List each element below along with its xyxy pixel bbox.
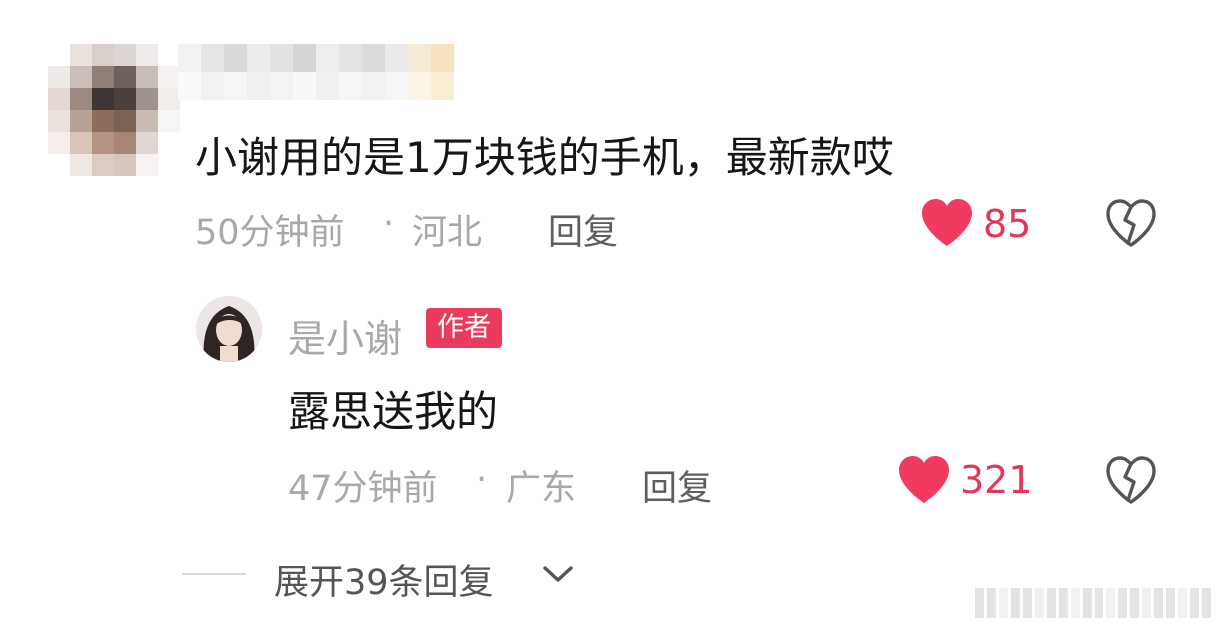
chevron-down-icon[interactable] — [540, 562, 576, 586]
heart-icon[interactable] — [897, 455, 951, 505]
commenter-name-pixelated — [178, 44, 454, 100]
reply-meta-separator: · — [476, 460, 488, 500]
author-name[interactable]: 是小谢 — [288, 308, 402, 363]
author-badge: 作者 — [426, 308, 502, 348]
expand-replies-button[interactable]: 展开39条回复 — [274, 554, 494, 605]
watermark — [975, 588, 1212, 618]
reply-text: 露思送我的 — [288, 387, 499, 436]
comment-meta-separator: · — [383, 204, 395, 244]
comment-time: 50分钟前 — [195, 213, 345, 253]
reply-location: 广东 — [506, 469, 577, 509]
author-avatar[interactable] — [196, 296, 262, 362]
expand-divider-line — [182, 573, 246, 575]
comment-location: 河北 — [412, 213, 483, 253]
reply-time: 47分钟前 — [288, 469, 438, 509]
broken-heart-icon[interactable] — [1104, 198, 1158, 248]
reply-reply-button[interactable]: 回复 — [642, 460, 712, 511]
comment-like-count: 85 — [983, 202, 1032, 246]
commenter-avatar-pixelated[interactable] — [48, 44, 180, 178]
reply-like-count: 321 — [960, 458, 1033, 502]
comment-reply-button[interactable]: 回复 — [548, 204, 618, 255]
broken-heart-icon[interactable] — [1104, 455, 1158, 505]
comment-text: 小谢用的是1万块钱的手机，最新款哎 — [195, 133, 894, 182]
heart-icon[interactable] — [920, 198, 974, 248]
